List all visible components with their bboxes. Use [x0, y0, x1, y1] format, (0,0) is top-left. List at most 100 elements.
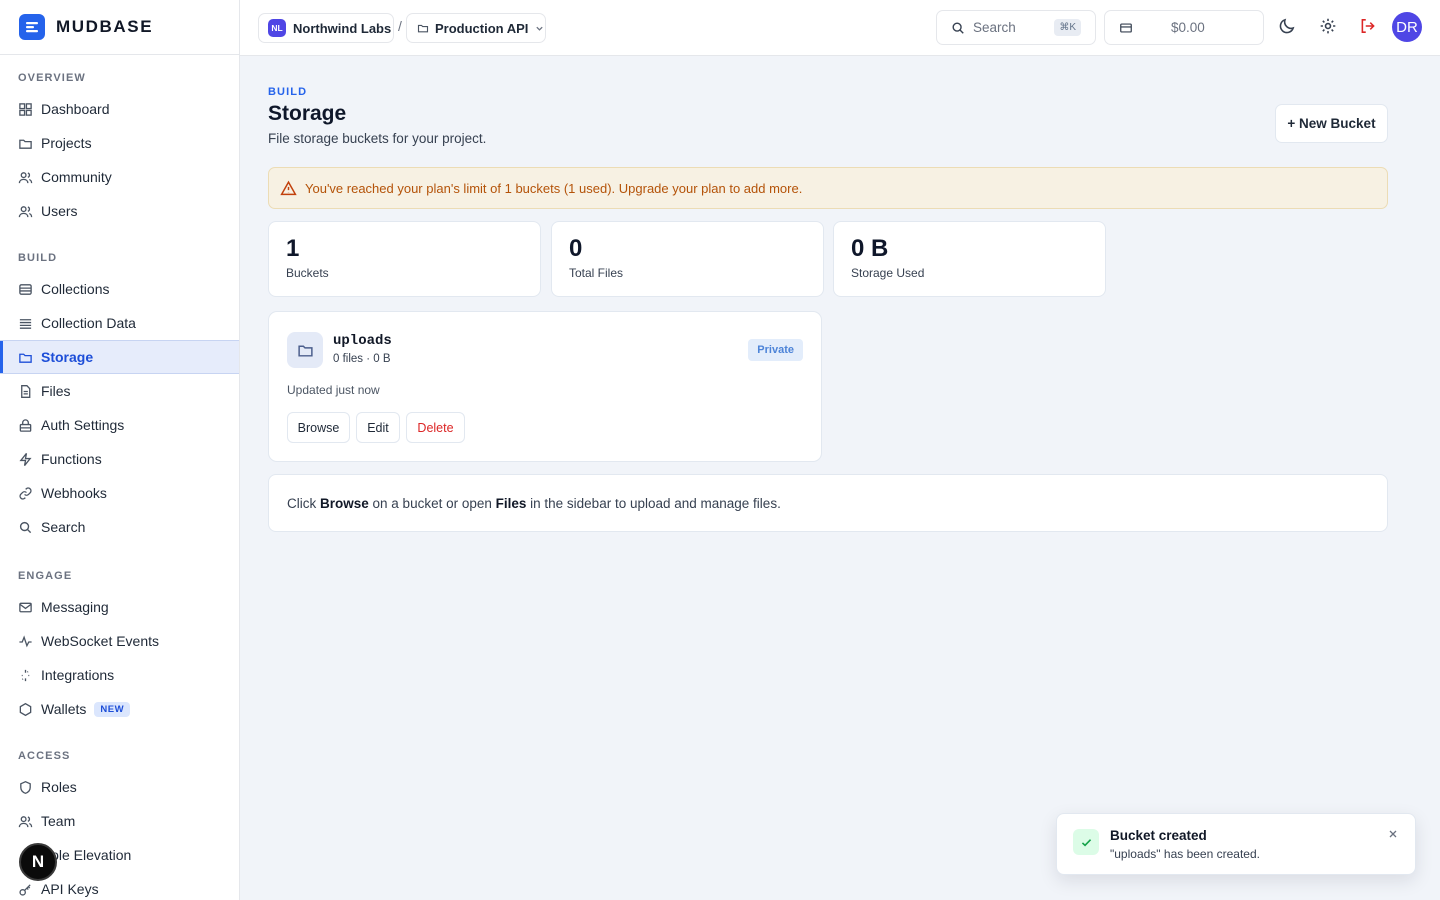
folder-icon [417, 24, 429, 33]
grid-icon [19, 102, 32, 116]
bucket-name: uploads [333, 333, 392, 349]
edit-button[interactable]: Edit [356, 412, 400, 443]
page-title: Storage [268, 102, 347, 125]
topbar: NL Northwind Labs / Production API Searc… [240, 0, 1440, 56]
project-name: Production API [435, 20, 529, 36]
logout-button[interactable] [1359, 17, 1381, 39]
nav-section-overview: OVERVIEW [18, 72, 86, 84]
sidebar-item-dashboard[interactable]: Dashboard [0, 92, 239, 126]
rows-icon [19, 318, 32, 329]
help-text-part: on a bucket or open [368, 495, 496, 511]
org-name: Northwind Labs [293, 20, 392, 36]
sidebar-item-label: Functions [41, 451, 102, 467]
new-bucket-button[interactable]: + New Bucket [1275, 104, 1388, 143]
sidebar-item-websocket-events[interactable]: WebSocket Events [0, 624, 239, 658]
sidebar-item-label: Integrations [41, 667, 115, 683]
check-icon [1073, 829, 1099, 855]
bucket-meta: 0 files · 0 B [333, 353, 391, 365]
org-switcher[interactable]: NL Northwind Labs [258, 13, 394, 43]
sidebar-item-webhooks[interactable]: Webhooks [0, 476, 239, 510]
nav-section-engage: ENGAGE [18, 570, 73, 582]
credit-card-icon [1120, 22, 1132, 33]
new-badge: NEW [94, 701, 131, 717]
alert-text: You've reached your plan's limit of 1 bu… [305, 180, 803, 196]
sidebar-item-team[interactable]: Team [0, 804, 239, 838]
stat-value: 0 [569, 235, 583, 262]
lock-icon [19, 418, 32, 432]
sidebar-item-auth-settings[interactable]: Auth Settings [0, 408, 239, 442]
chevron-down-icon [536, 26, 544, 31]
folder-icon [287, 332, 323, 368]
close-icon[interactable] [1388, 829, 1400, 841]
sidebar-item-label: Files [41, 383, 71, 399]
visibility-badge: Private [748, 339, 803, 361]
sidebar-item-roles[interactable]: Roles [0, 770, 239, 804]
bucket-updated: Updated just now [287, 383, 380, 397]
stat-card-buckets: 1 Buckets [268, 221, 541, 297]
sidebar-item-files[interactable]: Files [0, 374, 239, 408]
floating-n-badge[interactable]: N [19, 843, 57, 881]
delete-button[interactable]: Delete [406, 412, 465, 443]
search-icon [19, 521, 32, 533]
bucket-card: uploads 0 files · 0 B Private Updated ju… [268, 311, 822, 462]
search-input[interactable]: Search ⌘K [936, 10, 1096, 45]
sidebar-item-integrations[interactable]: Integrations [0, 658, 239, 692]
sidebar-item-label: Auth Settings [41, 417, 125, 433]
sidebar-item-collection-data[interactable]: Collection Data [0, 306, 239, 340]
stat-value: 0 B [851, 235, 889, 262]
bolt-icon [19, 452, 32, 466]
sidebar-item-label: Users [41, 203, 78, 219]
stat-label: Storage Used [851, 266, 925, 280]
sidebar-item-users[interactable]: Users [0, 194, 239, 228]
storage-help-text: Click Browse on a bucket or open Files i… [268, 474, 1388, 532]
plan-limit-alert: You've reached your plan's limit of 1 bu… [268, 167, 1388, 209]
page-subtitle: File storage buckets for your project. [268, 131, 487, 146]
search-shortcut: ⌘K [1054, 19, 1081, 36]
user-avatar[interactable]: DR [1392, 12, 1422, 42]
help-text-browse: Browse [320, 495, 369, 511]
credits-balance[interactable]: $0.00 [1104, 10, 1264, 45]
stat-label: Buckets [286, 266, 329, 280]
help-text-files: Files [495, 495, 527, 511]
sidebar-item-search[interactable]: Search [0, 510, 239, 544]
brand-name: MUDBASE [56, 17, 154, 36]
project-switcher[interactable]: Production API [406, 13, 546, 43]
toast-title: Bucket created [1110, 828, 1207, 843]
search-icon [952, 21, 964, 34]
sidebar-item-label: Messaging [41, 599, 109, 615]
file-icon [21, 384, 31, 398]
users-icon [18, 205, 33, 217]
help-text-part: Click [287, 495, 320, 511]
activity-icon [19, 634, 32, 647]
mail-icon [19, 602, 32, 612]
sidebar-item-label: Team [41, 813, 76, 829]
sidebar-item-label: Wallets [41, 701, 87, 717]
sidebar-item-label: Search [41, 519, 86, 535]
browse-button[interactable]: Browse [287, 412, 350, 443]
sidebar-item-community[interactable]: Community [0, 160, 239, 194]
users-icon [18, 815, 33, 827]
nav-section-build: BUILD [18, 252, 58, 264]
gear-icon [1320, 18, 1336, 34]
sidebar-item-collections[interactable]: Collections [0, 272, 239, 306]
moon-icon [1279, 18, 1295, 34]
theme-toggle-button[interactable] [1278, 17, 1300, 39]
sidebar-item-label: Dashboard [41, 101, 110, 117]
brand[interactable]: MUDBASE [0, 0, 239, 55]
sidebar-item-label: Collection Data [41, 315, 136, 331]
logout-icon [1361, 19, 1375, 33]
breadcrumb-separator: / [398, 18, 402, 34]
hexagon-icon [19, 702, 32, 716]
sidebar-item-messaging[interactable]: Messaging [0, 590, 239, 624]
stat-card-total-files: 0 Total Files [551, 221, 824, 297]
search-placeholder: Search [973, 20, 1016, 35]
sidebar-item-functions[interactable]: Functions [0, 442, 239, 476]
link-icon [19, 486, 32, 500]
sidebar-item-label: Projects [41, 135, 92, 151]
settings-button[interactable] [1319, 17, 1341, 39]
brand-logo-icon [19, 14, 45, 40]
sidebar-item-projects[interactable]: Projects [0, 126, 239, 160]
sidebar-item-storage[interactable]: Storage [0, 340, 239, 374]
page-eyebrow: BUILD [268, 86, 308, 98]
sidebar-item-wallets[interactable]: Wallets NEW [0, 692, 239, 726]
